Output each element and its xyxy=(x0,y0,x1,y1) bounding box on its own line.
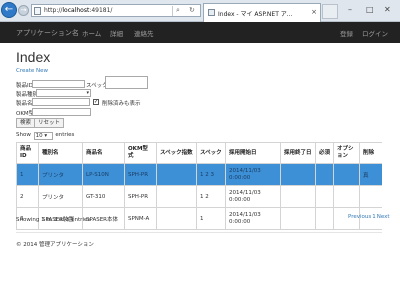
next-page-link[interactable]: Next xyxy=(377,214,390,220)
product-name-input[interactable] xyxy=(32,98,90,106)
footer-divider xyxy=(16,232,382,233)
address-bar[interactable]: http://localhost:49181/ ⌕ ↻ xyxy=(31,4,201,17)
table-header-row: 商品ID 種別名 商品名 OKM型式 スペック指数 スペック 採用開始日 採用終… xyxy=(16,142,383,164)
product-type-select[interactable]: ▾ xyxy=(36,89,91,97)
nav-link-home[interactable]: ホーム xyxy=(82,28,101,38)
cell-required xyxy=(315,163,334,186)
cell-end-date xyxy=(280,207,316,230)
browser-tab[interactable]: Index - マイ ASP.NET ア... × xyxy=(203,3,321,22)
header-start-date[interactable]: 採用開始日 xyxy=(225,142,281,164)
cell-start-date: 2014/11/03 0:00:00 xyxy=(225,207,281,230)
cell-start-date: 2014/11/03 0:00:00 xyxy=(225,163,281,186)
minimize-icon[interactable]: – xyxy=(348,5,352,14)
cell-option xyxy=(333,185,360,208)
entries-info: Showing 1 to 3 of 3 entries xyxy=(16,217,91,223)
header-required[interactable]: 必須 xyxy=(315,142,334,164)
new-tab-button[interactable] xyxy=(322,4,338,19)
cell-required xyxy=(315,207,334,230)
header-type-name[interactable]: 種別名 xyxy=(38,142,83,164)
address-url: http://localhost:49181/ xyxy=(44,7,113,14)
entries-select[interactable]: 10 ▾ xyxy=(33,132,53,140)
nav-link-register[interactable]: 登録 xyxy=(340,28,353,38)
header-spec-index[interactable]: スペック指数 xyxy=(156,142,197,164)
chevron-down-icon: ▾ xyxy=(86,90,89,96)
include-deleted-checkbox[interactable]: ✓ xyxy=(93,99,99,105)
cell-okm-model: SPH-PR xyxy=(124,185,157,208)
product-id-input[interactable] xyxy=(32,80,85,88)
search-icon[interactable]: ⌕ xyxy=(176,6,180,15)
nav-link-contact[interactable]: 連絡先 xyxy=(134,28,154,38)
header-product-name[interactable]: 商品名 xyxy=(82,142,125,164)
navbar-brand[interactable]: アプリケーション名 xyxy=(16,28,79,38)
cell-spec: 1 xyxy=(196,207,226,230)
cell-option xyxy=(333,163,360,186)
cell-deleted: 真 xyxy=(359,163,383,186)
address-separator xyxy=(172,6,173,16)
cell-type-name: プリンタ xyxy=(38,163,83,186)
app-navbar: アプリケーション名 ホーム 詳細 連絡先 登録 ログイン xyxy=(0,22,400,43)
filter-row-okm: OKM型式 xyxy=(16,108,186,117)
browser-toolbar: ← → http://localhost:49181/ ⌕ ↻ Index - … xyxy=(0,0,400,22)
footer-text: © 2014 管理アプリケーション xyxy=(16,242,94,248)
product-id-label: 製品ID xyxy=(16,83,33,89)
header-deleted[interactable]: 削除 xyxy=(359,142,383,164)
filter-row-type: 製品種別 ▾ xyxy=(16,89,186,98)
window-controls: – □ ✕ xyxy=(340,0,400,22)
back-arrow-icon[interactable]: ← xyxy=(1,2,17,18)
favicon-icon xyxy=(208,9,215,16)
cell-spec-index xyxy=(156,185,197,208)
cell-product-name: GT-310 xyxy=(82,185,125,208)
cell-product-name: LP-S10N xyxy=(82,163,125,186)
cell-spec-index xyxy=(156,207,197,230)
table-row[interactable]: 2 プリンタ GT-310 SPH-PR 1 2 2014/11/03 0:00… xyxy=(16,185,383,208)
cell-okm-model: SPNM-A xyxy=(124,207,157,230)
reload-icon[interactable]: ↻ xyxy=(189,6,195,14)
entries-label: entries xyxy=(55,132,75,138)
cell-deleted xyxy=(359,185,383,208)
show-entries: Show 10 ▾ entries xyxy=(16,131,75,140)
cell-end-date xyxy=(280,163,316,186)
page-1-link[interactable]: 1 xyxy=(372,214,376,220)
cell-spec: 1 2 3 xyxy=(196,163,226,186)
reset-button[interactable]: リセット xyxy=(34,118,65,128)
cell-required xyxy=(315,185,334,208)
table-row[interactable]: 1 プリンタ LP-S10N SPH-PR 1 2 3 2014/11/03 0… xyxy=(16,163,383,186)
cell-type-name: プリンタ xyxy=(38,185,83,208)
tab-title: Index - マイ ASP.NET ア... xyxy=(218,11,293,18)
forward-arrow-icon[interactable]: → xyxy=(18,5,29,16)
chevron-down-icon: ▾ xyxy=(44,133,48,139)
cell-start-date: 2014/11/03 0:00:00 xyxy=(225,185,281,208)
product-name-label: 製品名 xyxy=(16,101,33,107)
filter-row-name: 製品名 ✓ 削除済みも表示 xyxy=(16,98,186,107)
show-label: Show xyxy=(16,132,31,138)
cell-okm-model: SPH-PR xyxy=(124,163,157,186)
header-option[interactable]: オプション xyxy=(333,142,360,164)
header-end-date[interactable]: 採用終了日 xyxy=(280,142,316,164)
nav-link-login[interactable]: ログイン xyxy=(362,28,388,38)
okm-input[interactable] xyxy=(32,108,91,116)
cell-end-date xyxy=(280,185,316,208)
previous-page-link[interactable]: Previous xyxy=(348,214,371,220)
cell-spec-index xyxy=(156,163,197,186)
product-type-label: 製品種別 xyxy=(16,92,39,98)
cell-spec: 1 2 xyxy=(196,185,226,208)
include-deleted-label: 削除済みも表示 xyxy=(102,101,141,107)
search-button[interactable]: 検索 xyxy=(16,118,36,128)
header-spec[interactable]: スペック xyxy=(196,142,226,164)
page-icon xyxy=(34,7,41,15)
create-new-link[interactable]: Create New xyxy=(16,68,48,74)
maximize-icon[interactable]: □ xyxy=(366,5,374,14)
pagination: Previous1Next xyxy=(348,214,391,220)
tab-close-icon[interactable]: × xyxy=(311,8,317,16)
header-okm-model[interactable]: OKM型式 xyxy=(124,142,157,164)
nav-link-details[interactable]: 詳細 xyxy=(110,28,123,38)
spec-input[interactable] xyxy=(105,76,148,89)
header-product-id[interactable]: 商品ID xyxy=(16,142,39,164)
cell-product-id: 1 xyxy=(16,163,39,186)
filter-row-id: 製品ID スペック xyxy=(16,76,186,89)
close-window-icon[interactable]: ✕ xyxy=(384,5,391,14)
cell-product-id: 2 xyxy=(16,185,39,208)
page-title: Index xyxy=(16,49,51,65)
